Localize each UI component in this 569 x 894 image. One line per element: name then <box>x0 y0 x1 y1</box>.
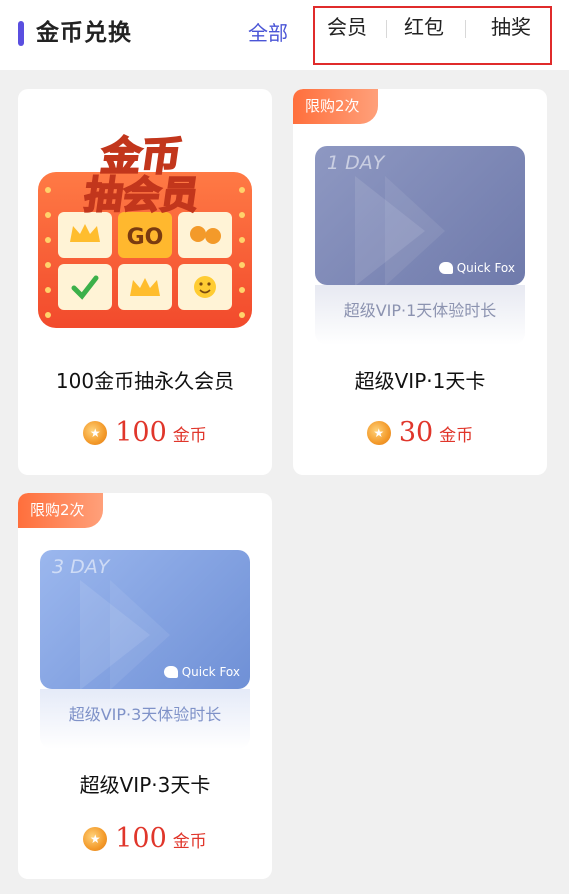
lottery-title-line2: 抽会员 <box>82 174 202 218</box>
card-decoration <box>385 176 445 285</box>
brand-logo: Quick Fox <box>438 261 515 275</box>
product-name: 100金币抽永久会员 <box>55 369 235 393</box>
filter-divider <box>465 20 466 38</box>
price-unit: 金币 <box>172 426 207 446</box>
vip-caption: 超级VIP·3天体验时长 <box>68 705 222 724</box>
price-row: 100 金币 <box>18 823 272 854</box>
product-name: 超级VIP·1天卡 <box>354 369 486 393</box>
product-card-vip-3day[interactable]: 3 DAY Quick Fox 超级VIP·3天体验时长 限购2次 超级VIP·… <box>18 493 272 879</box>
filter-lottery[interactable]: 抽奖 <box>491 12 531 42</box>
limit-badge: 限购2次 <box>293 89 378 124</box>
fox-logo-icon <box>163 666 178 678</box>
price-value: 30 <box>398 417 434 448</box>
go-label: GO <box>127 225 164 250</box>
price-unit: 金币 <box>439 426 474 446</box>
vip-card-image: 1 DAY Quick Fox <box>315 146 525 285</box>
card-decoration <box>110 580 170 689</box>
page-title: 金币兑换 <box>36 20 132 46</box>
vip-caption: 超级VIP·1天体验时长 <box>343 301 497 320</box>
product-name: 超级VIP·3天卡 <box>79 773 211 797</box>
lottery-graphic: GO 金币 抽会员 <box>38 133 252 328</box>
price-row: 30 金币 <box>293 417 547 448</box>
coin-icon <box>83 826 108 851</box>
price-value: 100 <box>115 417 167 448</box>
product-card-lottery[interactable]: GO 金币 抽会员 100金币抽永久会员 100 金币 <box>18 89 272 475</box>
vip-days-label: 1 DAY <box>327 152 385 174</box>
header: 金币兑换 全部 会员 红包 抽奖 <box>0 0 569 70</box>
lottery-title-line1: 金币 <box>98 134 184 180</box>
filter-divider <box>386 20 387 38</box>
tab-all[interactable]: 全部 <box>248 18 288 48</box>
fox-logo-icon <box>438 262 453 274</box>
price-row: 100 金币 <box>18 417 272 448</box>
vip-card-image: 3 DAY Quick Fox <box>40 550 250 689</box>
filter-membership[interactable]: 会员 <box>327 12 367 42</box>
brand-name: Quick Fox <box>181 665 240 679</box>
title-accent-bar <box>18 21 24 46</box>
vip-days-label: 3 DAY <box>52 556 110 578</box>
brand-name: Quick Fox <box>456 261 515 275</box>
limit-badge: 限购2次 <box>18 493 103 528</box>
coin-icon <box>366 420 391 445</box>
product-card-vip-1day[interactable]: 1 DAY Quick Fox 超级VIP·1天体验时长 限购2次 超级VIP·… <box>293 89 547 475</box>
price-value: 100 <box>115 823 167 854</box>
brand-logo: Quick Fox <box>163 665 240 679</box>
price-unit: 金币 <box>172 832 207 852</box>
filter-red-packet[interactable]: 红包 <box>404 12 444 42</box>
coin-icon <box>83 420 108 445</box>
